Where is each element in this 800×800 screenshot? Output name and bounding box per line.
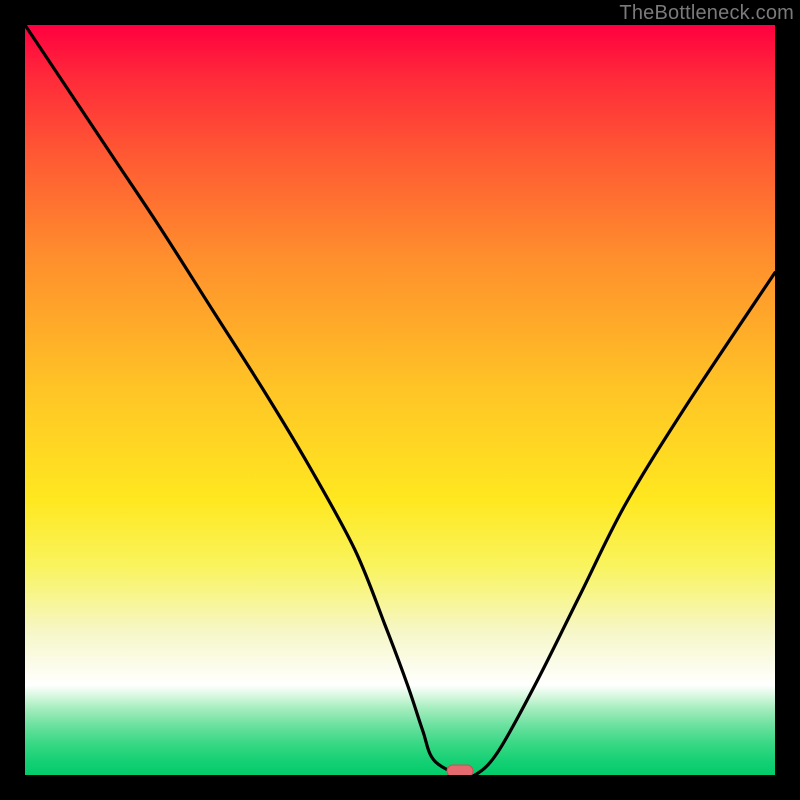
watermark-text: TheBottleneck.com	[619, 2, 794, 25]
optimal-marker	[447, 765, 473, 775]
plot-area	[25, 25, 775, 775]
bottleneck-curve-path	[25, 25, 775, 775]
chart-frame: TheBottleneck.com	[0, 0, 800, 800]
bottleneck-curve-svg	[25, 25, 775, 775]
